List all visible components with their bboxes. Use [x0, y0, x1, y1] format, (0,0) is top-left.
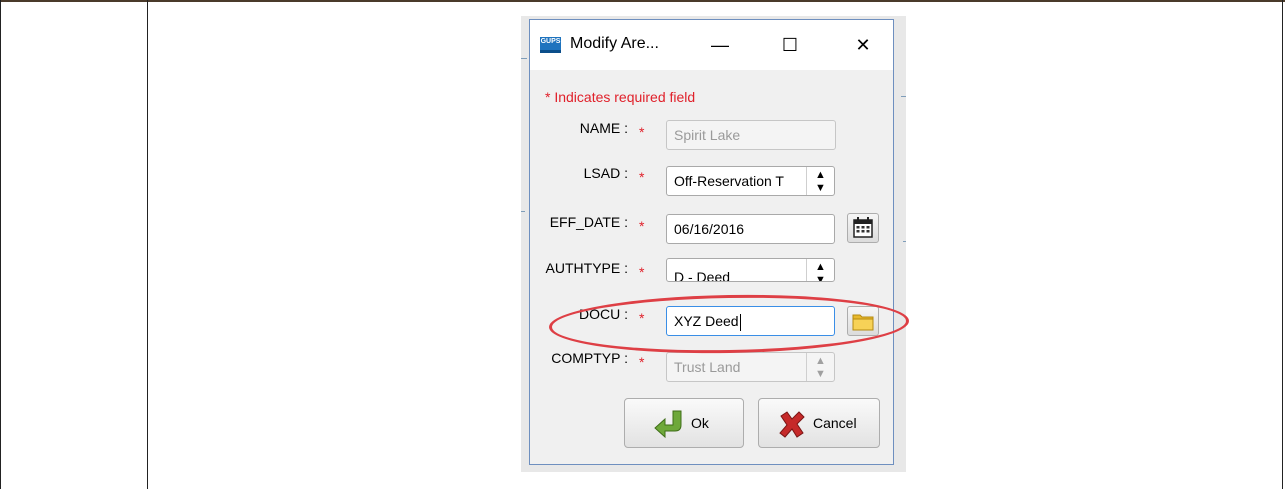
lsad-label: LSAD : [583, 165, 628, 181]
table-top-border [0, 0, 1285, 2]
comptyp-required-marker: * [639, 354, 645, 370]
calendar-button[interactable] [847, 213, 879, 243]
lsad-updown-icon[interactable]: ▲ ▼ [806, 167, 834, 195]
close-button[interactable]: ✕ [843, 30, 883, 60]
eff-date-input[interactable]: 06/16/2016 [666, 214, 835, 244]
comptyp-label: COMPTYP : [551, 350, 628, 366]
required-field-note: * Indicates required field [545, 89, 696, 105]
eff-date-label: EFF_DATE : [549, 214, 628, 230]
window-title: Modify Are... [570, 35, 659, 52]
table-column-divider [147, 0, 148, 489]
lsad-select[interactable]: Off-Reservation T ▲ ▼ [666, 166, 835, 196]
app-icon: GUPS [540, 37, 561, 53]
title-bar[interactable]: GUPS Modify Are... — ☐ ✕ [530, 20, 893, 70]
ok-arrow-icon [654, 410, 682, 439]
lsad-selected-value: Off-Reservation T [674, 173, 784, 189]
minimize-button[interactable]: — [700, 30, 740, 60]
ok-button[interactable]: Ok [624, 398, 744, 448]
cancel-button[interactable]: Cancel [758, 398, 880, 448]
authtype-selected-value: D - Deed [674, 269, 731, 282]
table-right-border [1282, 0, 1283, 489]
ok-label: Ok [691, 415, 709, 431]
calendar-icon [853, 217, 873, 238]
cancel-label: Cancel [813, 415, 857, 431]
name-required-marker: * [639, 124, 645, 140]
lsad-required-marker: * [639, 169, 645, 185]
table-left-border [0, 0, 1, 489]
comptyp-updown-icon: ▲ ▼ [806, 353, 834, 381]
authtype-select[interactable]: D - Deed ▲ ▼ [666, 258, 835, 282]
name-field: Spirit Lake [666, 120, 836, 150]
cancel-x-icon [779, 411, 805, 438]
authtype-label: AUTHTYPE : [545, 260, 628, 276]
maximize-button[interactable]: ☐ [770, 30, 810, 60]
eff-date-required-marker: * [639, 218, 645, 234]
modify-area-dialog: GUPS Modify Are... — ☐ ✕ * Indicates req… [529, 19, 894, 465]
authtype-required-marker: * [639, 264, 645, 280]
name-label: NAME : [579, 120, 628, 136]
comptyp-selected-value: Trust Land [674, 359, 741, 375]
authtype-updown-icon[interactable]: ▲ ▼ [806, 259, 834, 281]
comptyp-select: Trust Land ▲ ▼ [666, 352, 835, 382]
